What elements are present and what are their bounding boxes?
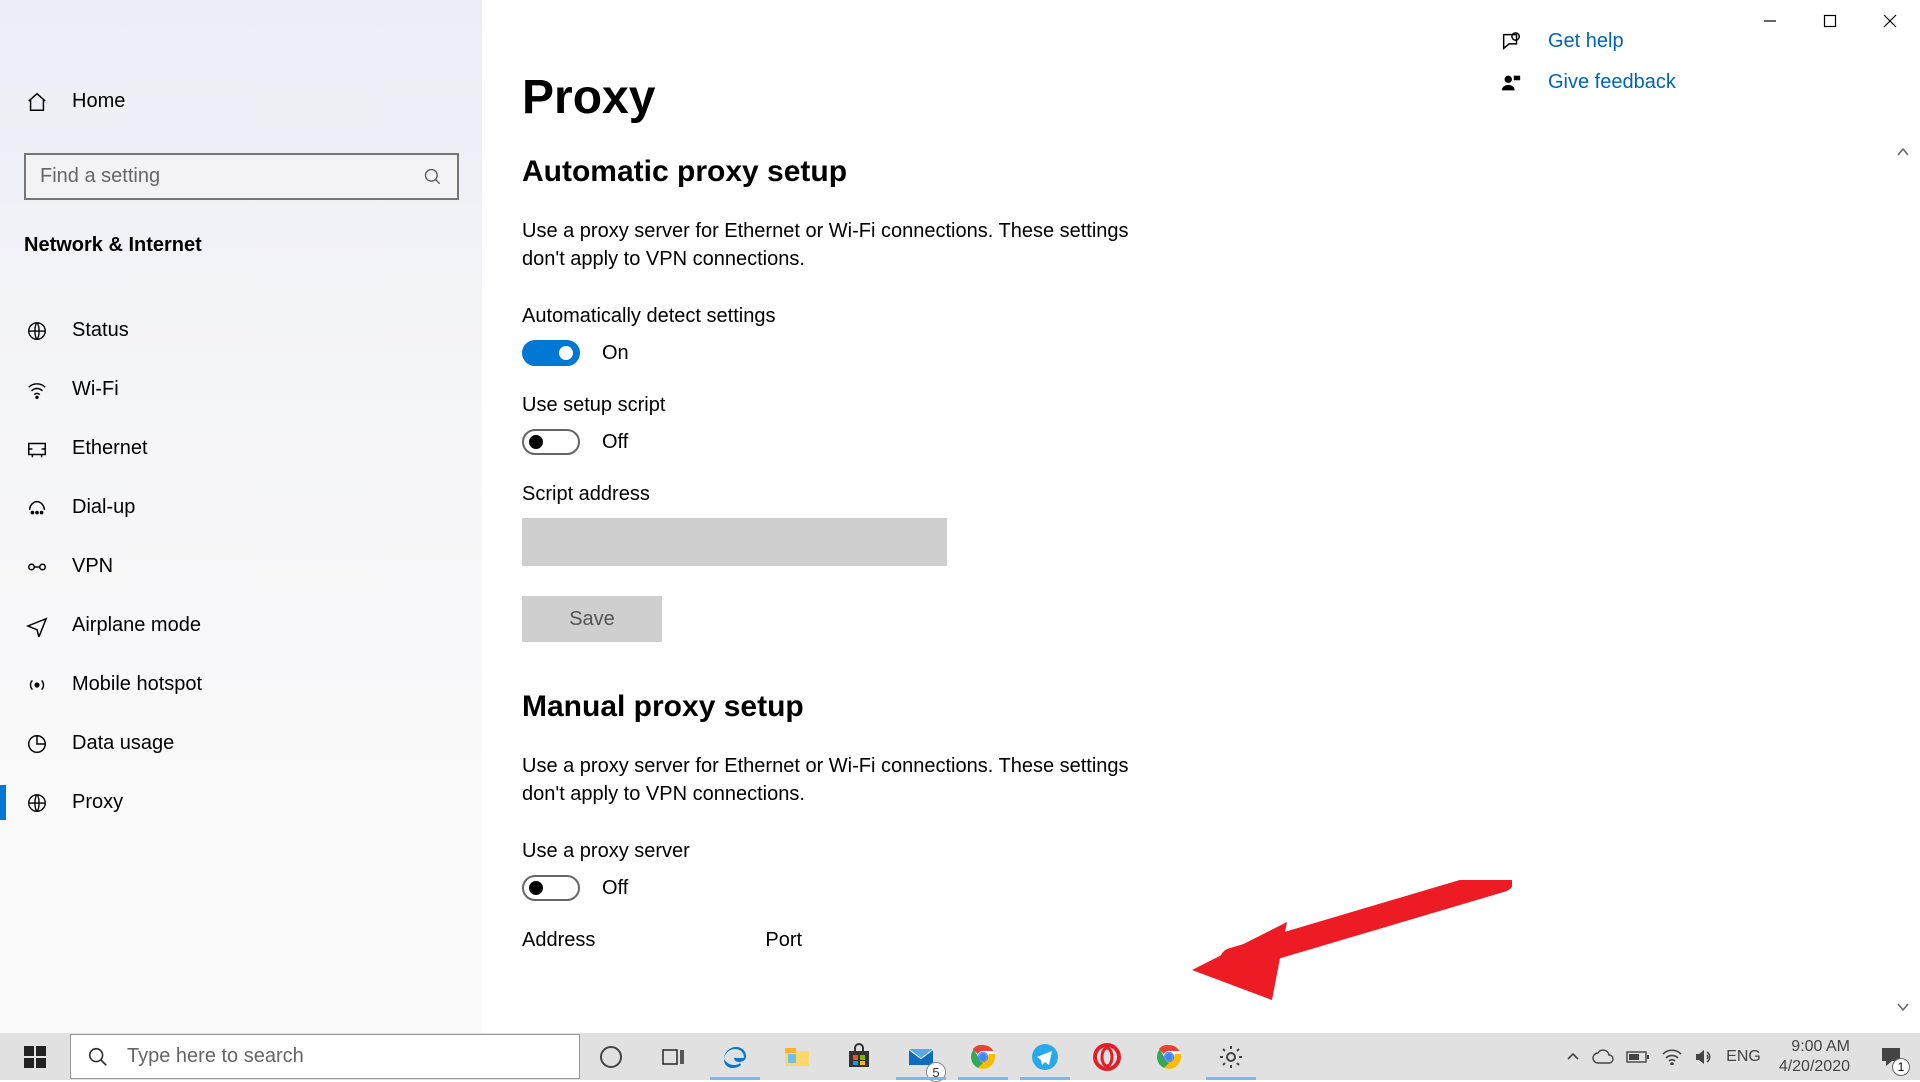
mail-count-badge: 5 — [926, 1062, 946, 1082]
scroll-down-icon[interactable] — [1896, 1000, 1920, 1014]
datausage-icon — [24, 733, 50, 755]
use-proxy-state: Off — [602, 877, 628, 900]
sidebar-item-label: Mobile hotspot — [72, 673, 202, 696]
status-icon — [24, 320, 50, 342]
search-input[interactable]: Find a setting — [24, 153, 459, 200]
detect-label: Automatically detect settings — [522, 305, 1920, 328]
home-label: Home — [72, 90, 125, 113]
battery-icon[interactable] — [1626, 1050, 1650, 1064]
sidebar-item-label: Status — [72, 319, 129, 342]
taskbar-search[interactable]: Type here to search — [70, 1034, 580, 1079]
opera-icon[interactable] — [1076, 1033, 1138, 1080]
volume-icon[interactable] — [1694, 1048, 1714, 1066]
airplane-icon — [24, 615, 50, 637]
vpn-icon — [24, 556, 50, 578]
sidebar-item-dialup[interactable]: Dial-up — [0, 478, 482, 537]
taskbar-search-placeholder: Type here to search — [127, 1045, 304, 1068]
use-proxy-toggle[interactable] — [522, 875, 580, 901]
sidebar-item-datausage[interactable]: Data usage — [0, 714, 482, 773]
sidebar-item-wifi[interactable]: Wi-Fi — [0, 360, 482, 419]
search-icon — [423, 167, 443, 187]
help-column: Get help Give feedback — [1500, 30, 1676, 112]
sidebar-section: Network & Internet — [0, 234, 482, 301]
sidebar-item-proxy[interactable]: Proxy — [0, 773, 482, 832]
ethernet-icon — [24, 438, 50, 460]
settings-window: Settings Home Find a setting — [0, 0, 1920, 1033]
system-tray: ENG 9:00 AM 4/20/2020 1 — [1566, 1033, 1920, 1080]
clock[interactable]: 9:00 AM 4/20/2020 — [1773, 1037, 1856, 1075]
feedback-link: Give feedback — [1548, 71, 1676, 94]
chrome2-icon[interactable] — [1138, 1033, 1200, 1080]
detect-toggle[interactable] — [522, 340, 580, 366]
use-proxy-label: Use a proxy server — [522, 840, 1920, 863]
proxy-icon — [24, 792, 50, 814]
notification-badge: 1 — [1892, 1058, 1910, 1076]
auto-description: Use a proxy server for Ethernet or Wi-Fi… — [522, 217, 1162, 273]
search-icon — [87, 1046, 109, 1068]
taskbar-pinned: 5 — [580, 1033, 1262, 1080]
sidebar-item-label: Airplane mode — [72, 614, 201, 637]
file-explorer-icon[interactable] — [766, 1033, 828, 1080]
settings-taskbar-icon[interactable] — [1200, 1033, 1262, 1080]
search-wrap: Find a setting — [0, 153, 482, 234]
detect-state: On — [602, 342, 629, 365]
port-label: Port — [765, 929, 802, 952]
onedrive-icon[interactable] — [1592, 1049, 1614, 1065]
manual-description: Use a proxy server for Ethernet or Wi-Fi… — [522, 752, 1162, 808]
language-indicator[interactable]: ENG — [1726, 1048, 1761, 1066]
scroll-up-icon[interactable] — [1896, 145, 1920, 159]
manual-heading: Manual proxy setup — [522, 690, 1920, 724]
help-icon — [1500, 31, 1524, 53]
sidebar-item-label: Dial-up — [72, 496, 135, 519]
search-placeholder: Find a setting — [40, 165, 160, 188]
home-icon — [24, 91, 50, 113]
taskview-icon[interactable] — [642, 1033, 704, 1080]
start-button[interactable] — [0, 1033, 70, 1080]
main-content: Proxy Automatic proxy setup Use a proxy … — [482, 0, 1920, 1033]
auto-heading: Automatic proxy setup — [522, 155, 1920, 189]
hotspot-icon — [24, 674, 50, 696]
dialup-icon — [24, 497, 50, 519]
clock-time: 9:00 AM — [1779, 1037, 1850, 1056]
sidebar-item-status[interactable]: Status — [0, 301, 482, 360]
sidebar-item-ethernet[interactable]: Ethernet — [0, 419, 482, 478]
sidebar-home[interactable]: Home — [0, 80, 482, 123]
script-address-label: Script address — [522, 483, 1920, 506]
cortana-icon[interactable] — [580, 1033, 642, 1080]
sidebar-item-label: Proxy — [72, 791, 123, 814]
sidebar-item-vpn[interactable]: VPN — [0, 537, 482, 596]
tray-chevron-icon[interactable] — [1566, 1050, 1580, 1064]
clock-date: 4/20/2020 — [1779, 1057, 1850, 1076]
script-toggle[interactable] — [522, 429, 580, 455]
script-address-input[interactable] — [522, 518, 947, 566]
feedback-row[interactable]: Give feedback — [1500, 71, 1676, 94]
sidebar-item-label: VPN — [72, 555, 113, 578]
get-help-row[interactable]: Get help — [1500, 30, 1676, 53]
mail-icon[interactable]: 5 — [890, 1033, 952, 1080]
feedback-icon — [1500, 72, 1524, 94]
page-title: Proxy — [522, 70, 1920, 125]
sidebar: Home Find a setting Network & Internet S… — [0, 0, 482, 1033]
script-state: Off — [602, 431, 628, 454]
telegram-icon[interactable] — [1014, 1033, 1076, 1080]
address-label: Address — [522, 929, 595, 952]
save-button[interactable]: Save — [522, 596, 662, 642]
chrome-icon[interactable] — [952, 1033, 1014, 1080]
sidebar-item-hotspot[interactable]: Mobile hotspot — [0, 655, 482, 714]
taskbar: Type here to search 5 ENG 9:00 AM 4/20/2… — [0, 1033, 1920, 1080]
get-help-link: Get help — [1548, 30, 1624, 53]
edge-icon[interactable] — [704, 1033, 766, 1080]
store-icon[interactable] — [828, 1033, 890, 1080]
wifi-tray-icon[interactable] — [1662, 1049, 1682, 1065]
action-center-icon[interactable]: 1 — [1868, 1033, 1914, 1080]
sidebar-item-label: Ethernet — [72, 437, 148, 460]
script-label: Use setup script — [522, 394, 1920, 417]
sidebar-item-airplane[interactable]: Airplane mode — [0, 596, 482, 655]
sidebar-item-label: Data usage — [72, 732, 174, 755]
wifi-icon — [24, 379, 50, 401]
sidebar-item-label: Wi-Fi — [72, 378, 119, 401]
